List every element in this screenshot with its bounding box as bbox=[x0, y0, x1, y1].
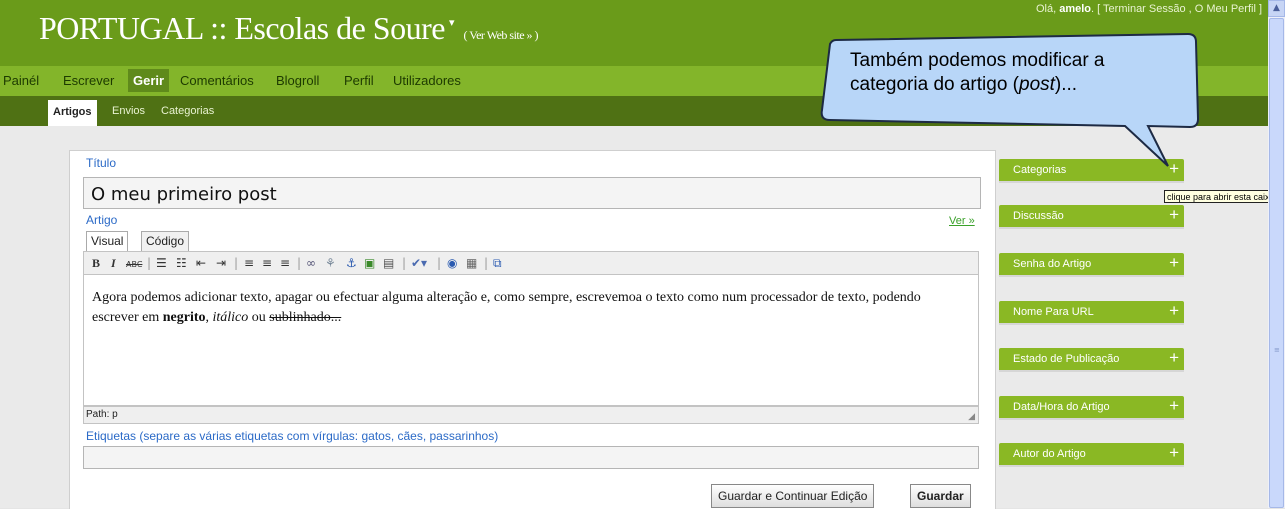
strikethrough-icon[interactable]: ABC bbox=[126, 258, 142, 272]
anchor-icon[interactable]: ⚓ bbox=[346, 256, 357, 270]
more-break-icon[interactable]: ▤ bbox=[383, 256, 394, 270]
path-label: Path: p bbox=[86, 409, 118, 420]
save-button[interactable]: Guardar bbox=[910, 484, 971, 508]
indent-icon[interactable]: ⇥ bbox=[216, 256, 226, 270]
callout-text-c: )... bbox=[1054, 74, 1078, 95]
editor-toolbar: B I ABC | ☰ ☷ ⇤ ⇥ | ≡ ≡ ≡ | ∞ ⚘ ⚓ ▣ ▤ | … bbox=[83, 251, 979, 275]
box-label: Data/Hora do Artigo bbox=[1013, 401, 1110, 413]
align-center-icon[interactable]: ≡ bbox=[262, 256, 272, 270]
align-right-icon[interactable]: ≡ bbox=[280, 256, 290, 270]
box-shadow bbox=[999, 323, 1184, 325]
scroll-thumb[interactable]: ≡ bbox=[1269, 18, 1284, 508]
toolbar-separator: | bbox=[437, 256, 442, 270]
vertical-scrollbar[interactable]: ▲ ≡ bbox=[1268, 0, 1285, 508]
link-icon[interactable]: ∞ bbox=[306, 256, 316, 270]
box-shadow bbox=[999, 370, 1184, 372]
plus-icon[interactable]: + bbox=[1169, 253, 1179, 273]
thumb-grip-icon: ≡ bbox=[1274, 346, 1280, 354]
fullscreen-icon[interactable]: ⧉ bbox=[493, 256, 502, 270]
resize-grip-icon[interactable]: ◢ bbox=[968, 411, 975, 422]
spellcheck-icon[interactable]: ✔▾ bbox=[411, 256, 427, 270]
callout-text-a: categoria do artigo ( bbox=[850, 74, 1019, 95]
save-continue-button[interactable]: Guardar e Continuar Edição bbox=[711, 484, 875, 508]
toolbar-separator: | bbox=[484, 256, 489, 270]
box-data-hora[interactable]: Data/Hora do Artigo + bbox=[999, 396, 1184, 420]
box-discussao[interactable]: Discussão + bbox=[999, 205, 1184, 229]
toolbar-separator: | bbox=[297, 256, 302, 270]
box-label: Estado de Publicação bbox=[1013, 353, 1120, 365]
plus-icon[interactable]: + bbox=[1169, 348, 1179, 368]
body-strikethrough: sublinhado... bbox=[269, 310, 342, 325]
editor-body[interactable]: Agora podemos adicionar texto, apagar ou… bbox=[92, 288, 970, 328]
body-separator: , bbox=[205, 310, 213, 325]
scroll-up-arrow-icon[interactable]: ▲ bbox=[1268, 0, 1285, 17]
plus-icon[interactable]: + bbox=[1169, 396, 1179, 416]
align-left-icon[interactable]: ≡ bbox=[244, 256, 254, 270]
toolbar-separator: | bbox=[147, 256, 152, 270]
callout-line-1: Também podemos modificar a bbox=[850, 50, 1105, 71]
body-or: ou bbox=[248, 310, 270, 325]
box-shadow bbox=[999, 275, 1184, 277]
tooltip: clique para abrir esta caixa bbox=[1164, 190, 1284, 203]
tags-input[interactable] bbox=[83, 446, 979, 469]
toolbar-separator: | bbox=[402, 256, 407, 270]
article-label: Artigo bbox=[86, 213, 118, 227]
box-autor[interactable]: Autor do Artigo + bbox=[999, 443, 1184, 467]
callout-text-post: post bbox=[1019, 74, 1055, 95]
tab-code[interactable]: Código bbox=[141, 231, 190, 251]
callout-text: Também podemos modificar a categoria do … bbox=[850, 49, 1160, 97]
editor-area[interactable]: Agora podemos adicionar texto, apagar ou… bbox=[83, 275, 979, 406]
body-italic: itálico bbox=[212, 310, 249, 325]
box-shadow bbox=[999, 465, 1184, 467]
callout-bubble bbox=[820, 32, 1200, 167]
box-label: Autor do Artigo bbox=[1013, 448, 1086, 460]
unlink-icon[interactable]: ⚘ bbox=[325, 256, 336, 270]
help-icon[interactable]: ◉ bbox=[447, 256, 457, 270]
box-label: Senha do Artigo bbox=[1013, 258, 1092, 270]
body-bold: negrito bbox=[162, 310, 206, 325]
editor-status-bar: Path: p ◢ bbox=[83, 406, 979, 424]
box-shadow bbox=[999, 418, 1184, 420]
box-shadow bbox=[999, 227, 1184, 229]
box-label: Discussão bbox=[1013, 210, 1064, 222]
kitchen-sink-icon[interactable]: ▦ bbox=[466, 256, 477, 270]
bold-icon[interactable]: B bbox=[92, 256, 100, 270]
plus-icon[interactable]: + bbox=[1169, 301, 1179, 321]
box-estado[interactable]: Estado de Publicação + bbox=[999, 348, 1184, 372]
tags-label: Etiquetas (separe as várias etiquetas co… bbox=[86, 429, 499, 443]
box-senha[interactable]: Senha do Artigo + bbox=[999, 253, 1184, 277]
outdent-icon[interactable]: ⇤ bbox=[196, 256, 206, 270]
plus-icon[interactable]: + bbox=[1169, 205, 1179, 225]
toolbar-separator: | bbox=[234, 256, 239, 270]
box-label: Nome Para URL bbox=[1013, 306, 1094, 318]
image-icon[interactable]: ▣ bbox=[364, 256, 375, 270]
bullet-list-icon[interactable]: ☰ bbox=[156, 256, 167, 270]
box-nome-url[interactable]: Nome Para URL + bbox=[999, 301, 1184, 325]
view-link[interactable]: Ver » bbox=[949, 215, 975, 227]
tab-visual[interactable]: Visual bbox=[86, 231, 129, 251]
numbered-list-icon[interactable]: ☷ bbox=[176, 256, 187, 270]
callout-line-2: categoria do artigo (post)... bbox=[850, 73, 1160, 97]
plus-icon[interactable]: + bbox=[1169, 443, 1179, 463]
italic-icon[interactable]: I bbox=[111, 256, 116, 270]
